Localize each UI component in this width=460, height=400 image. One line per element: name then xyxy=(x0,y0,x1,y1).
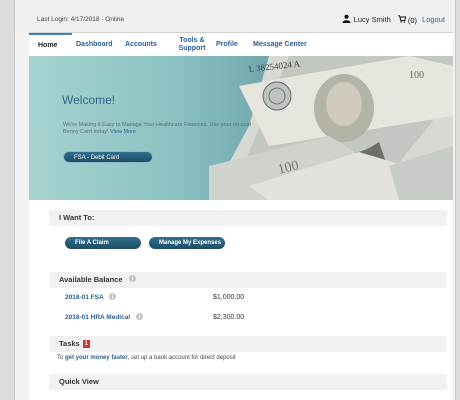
nav-accounts[interactable]: Accounts xyxy=(125,33,161,57)
logout-link[interactable]: Logout xyxy=(422,15,445,24)
available-balance-header: Available Balance xyxy=(49,272,447,288)
balance-name-fsa[interactable]: 2018-01 FSA xyxy=(65,294,103,301)
available-balance-title: Available Balance xyxy=(59,275,123,284)
user-name[interactable]: Lucy Smith xyxy=(354,15,391,24)
nav-profile[interactable]: Profile xyxy=(216,33,244,57)
cart-count: (0) xyxy=(407,15,418,25)
cart-link[interactable]: (0) xyxy=(397,14,418,25)
file-claim-button[interactable]: File A Claim xyxy=(65,237,141,249)
hero-message: We're Making it Easy to Manage Your Heal… xyxy=(63,122,252,135)
task-suffix: , set up a bank account for direct depos… xyxy=(127,355,236,361)
svg-text:100: 100 xyxy=(409,70,424,81)
task-prefix: To xyxy=(57,355,66,361)
balance-amount-fsa: $1,000.00 xyxy=(213,294,245,301)
fsa-debit-card-button[interactable]: FSA - Debit Card xyxy=(63,151,153,163)
balance-row-name[interactable]: 2018-01 FSA xyxy=(65,293,117,302)
nav-home[interactable]: Home xyxy=(29,33,72,57)
main-content: I Want To: File A Claim Manage My Expens… xyxy=(29,200,453,400)
info-icon[interactable] xyxy=(109,293,117,302)
balance-name-hra[interactable]: 2018-01 HRA Medical xyxy=(65,314,130,321)
balance-amount-hra: $2,300.00 xyxy=(213,314,245,321)
user-area: Lucy Smith (0) Logout xyxy=(342,14,445,25)
quick-view-header: Quick View xyxy=(49,374,447,390)
task-item: To get your money faster, set up a bank … xyxy=(57,355,236,361)
i-want-to-header: I Want To: xyxy=(49,210,447,226)
last-login-text: Last Login: 4/17/2018 - Online xyxy=(37,16,125,23)
info-icon[interactable] xyxy=(128,272,136,288)
hero-banner: L 38254024 A 100 100 Welcome! We're Maki… xyxy=(29,56,453,200)
task-link[interactable]: get your money faster xyxy=(65,355,128,361)
nav-tools-support[interactable]: Tools & Support xyxy=(175,33,209,57)
welcome-heading: Welcome! xyxy=(62,93,116,107)
hero-text: We're Making it Easy to Manage Your Heal… xyxy=(63,122,253,136)
page: Last Login: 4/17/2018 - Online Lucy Smit… xyxy=(14,0,456,400)
tasks-title: Tasks xyxy=(59,339,80,348)
balance-row-name[interactable]: 2018-01 HRA Medical xyxy=(65,313,143,322)
manage-expenses-button[interactable]: Manage My Expenses xyxy=(149,237,225,249)
utility-bar: Last Login: 4/17/2018 - Online Lucy Smit… xyxy=(15,0,455,32)
main-nav: Home Dashboard Accounts Tools & Support … xyxy=(29,32,453,57)
user-icon xyxy=(342,14,351,25)
info-icon[interactable] xyxy=(135,313,143,322)
nav-message-center[interactable]: Message Center xyxy=(253,33,313,57)
cart-icon xyxy=(397,14,408,25)
tasks-header: Tasks 1 xyxy=(49,336,447,352)
tasks-count-badge: 1 xyxy=(82,340,90,348)
nav-dashboard[interactable]: Dashboard xyxy=(76,33,116,57)
view-more-link[interactable]: View More xyxy=(110,129,136,135)
